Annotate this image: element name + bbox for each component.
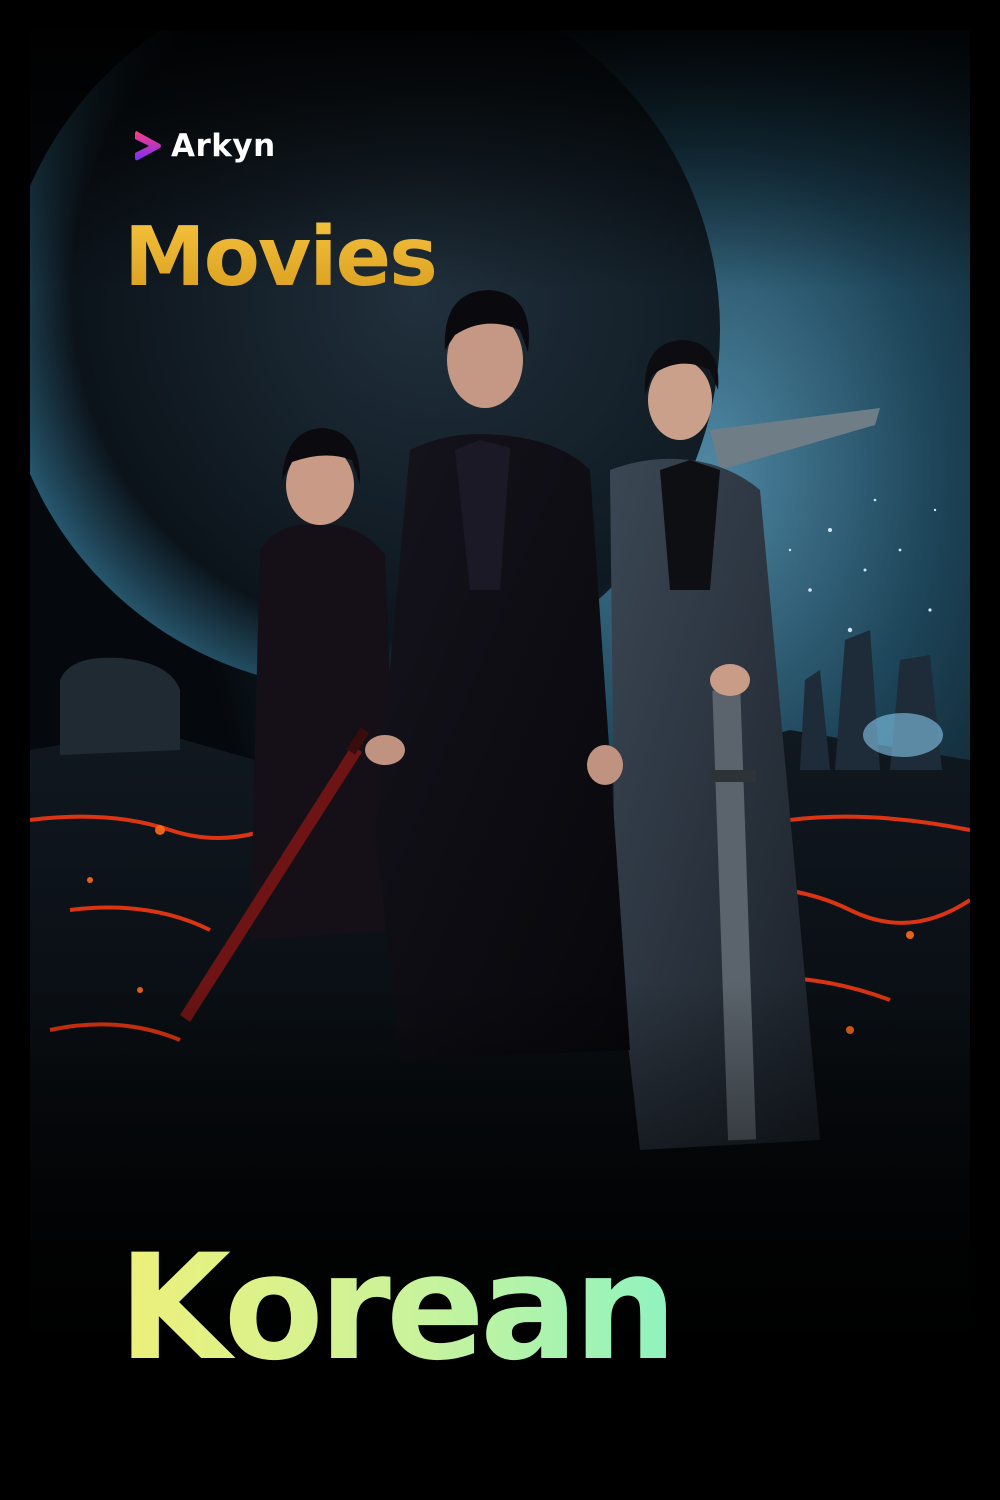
play-chevron-icon [135,131,161,161]
stone-ruin-left [60,657,180,755]
glowing-portal [863,713,943,757]
poster-title: Korean [118,1223,677,1393]
category-heading: Movies [124,210,438,305]
brand-logo: Arkyn [133,128,276,164]
poster: Arkyn Movies Korean [0,0,1000,1500]
brand-name: Arkyn [171,128,276,164]
